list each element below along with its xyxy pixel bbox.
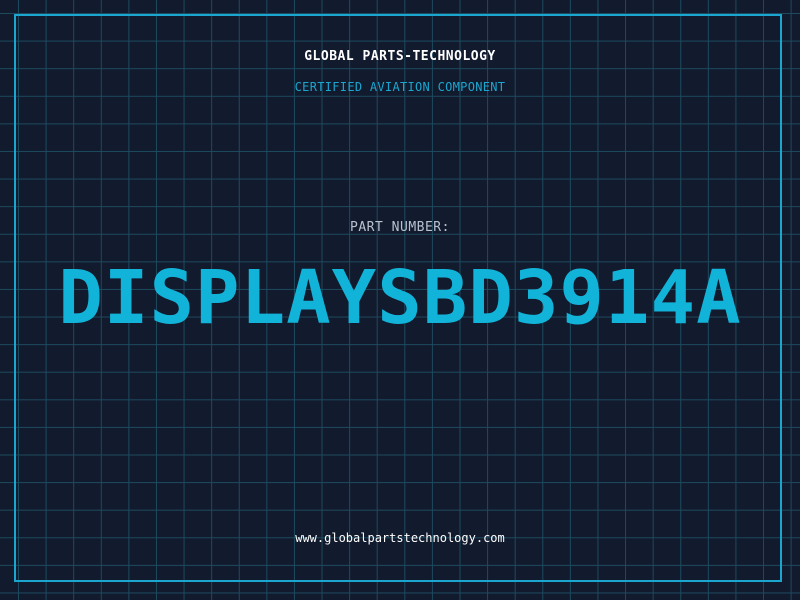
company-name: GLOBAL PARTS-TECHNOLOGY <box>304 49 496 64</box>
certification-text: CERTIFIED AVIATION COMPONENT <box>294 80 506 94</box>
part-number-label: PART NUMBER: <box>350 220 450 235</box>
website-url: www.globalpartstechnology.com <box>295 531 505 545</box>
part-number-value: DISPLAYSBD3914A <box>58 255 742 341</box>
